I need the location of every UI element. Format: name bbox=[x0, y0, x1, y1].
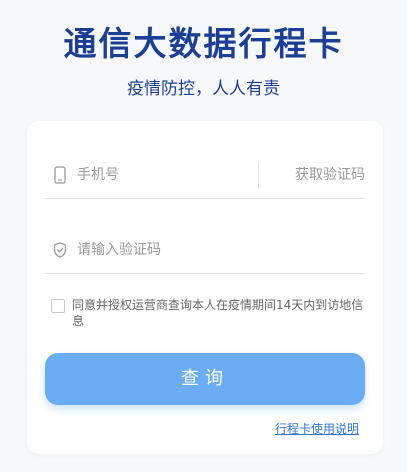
code-field bbox=[45, 227, 365, 274]
page-title: 通信大数据行程卡 bbox=[63, 24, 344, 63]
code-input[interactable] bbox=[77, 227, 347, 273]
mobile-phone-icon bbox=[53, 166, 67, 184]
phone-input[interactable] bbox=[77, 152, 252, 198]
get-code-button[interactable]: 获取验证码 bbox=[258, 162, 365, 188]
query-card: 获取验证码 同意并授权运营商查询本人在疫情期间14天内到访地信息 查询 行程卡使… bbox=[27, 121, 383, 454]
usage-guide-link[interactable]: 行程卡使用说明 bbox=[275, 420, 359, 437]
phone-field: 获取验证码 bbox=[45, 152, 365, 199]
query-button[interactable]: 查询 bbox=[45, 353, 365, 405]
agreement-text: 同意并授权运营商查询本人在疫情期间14天内到访地信息 bbox=[72, 298, 364, 328]
page-subtitle: 疫情防控，人人有责 bbox=[127, 79, 280, 99]
shield-check-icon bbox=[53, 241, 67, 259]
agreement-checkbox[interactable] bbox=[51, 299, 65, 313]
